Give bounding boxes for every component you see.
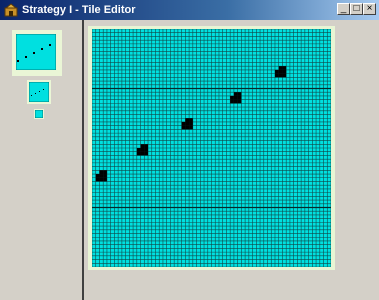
filled-pixel[interactable] [144, 151, 149, 156]
filled-pixel[interactable] [103, 177, 107, 182]
filled-pixel[interactable] [181, 125, 186, 130]
tile-pixel-grid[interactable] [92, 29, 331, 267]
window-title: Strategy I - Tile Editor [22, 4, 136, 16]
filled-pixel[interactable] [95, 177, 100, 182]
filled-pixel[interactable] [136, 151, 141, 156]
filled-pixel[interactable] [99, 177, 104, 182]
filled-pixel[interactable] [144, 148, 149, 152]
filled-pixel[interactable] [140, 144, 145, 148]
filled-pixel[interactable] [282, 66, 287, 70]
filled-pixel[interactable] [140, 148, 145, 152]
filled-pixel[interactable] [185, 118, 190, 122]
app-icon [4, 3, 18, 17]
preview-large-frame[interactable] [12, 30, 62, 76]
filled-pixel[interactable] [237, 92, 242, 96]
filled-pixel[interactable] [230, 99, 234, 104]
filled-pixel[interactable] [233, 95, 238, 100]
filled-pixel[interactable] [144, 144, 149, 148]
filled-pixel[interactable] [185, 125, 190, 130]
filled-pixel[interactable] [278, 73, 283, 78]
preview-small-frame[interactable] [34, 109, 44, 119]
filled-pixel[interactable] [185, 121, 190, 126]
filled-pixel[interactable] [274, 69, 279, 74]
preview-medium[interactable] [29, 82, 49, 102]
preview-large[interactable] [16, 34, 56, 70]
close-button[interactable]: × [363, 3, 376, 15]
filled-pixel[interactable] [189, 121, 193, 126]
filled-pixel[interactable] [233, 92, 238, 96]
tile-canvas-frame [88, 26, 335, 270]
filled-pixel[interactable] [278, 69, 283, 74]
filled-pixel[interactable] [103, 174, 107, 178]
filled-pixel[interactable] [99, 174, 104, 178]
filled-pixel[interactable] [230, 95, 234, 100]
filled-pixel[interactable] [140, 151, 145, 156]
preview-medium-frame[interactable] [27, 80, 51, 104]
preview-small[interactable] [35, 110, 43, 118]
filled-pixel[interactable] [282, 69, 287, 74]
title-bar[interactable]: Strategy I - Tile Editor _ □ × [0, 0, 379, 20]
filled-pixel[interactable] [103, 170, 107, 175]
filled-pixel[interactable] [181, 121, 186, 126]
filled-pixel[interactable] [95, 174, 100, 178]
filled-pixel[interactable] [189, 125, 193, 130]
filled-pixel[interactable] [233, 99, 238, 104]
filled-pixel[interactable] [274, 73, 279, 78]
filled-pixel[interactable] [278, 66, 283, 70]
tile-preview-panel [0, 20, 82, 300]
minimize-button[interactable]: _ [337, 3, 350, 15]
filled-pixel[interactable] [189, 118, 193, 122]
maximize-button[interactable]: □ [350, 3, 363, 15]
filled-pixel[interactable] [237, 95, 242, 100]
filled-pixel[interactable] [136, 148, 141, 152]
tile-editor-window: Strategy I - Tile Editor _ □ × [0, 0, 379, 300]
filled-pixel[interactable] [237, 99, 242, 104]
editor-area [84, 20, 379, 300]
filled-pixel[interactable] [282, 73, 287, 78]
filled-pixel[interactable] [99, 170, 104, 175]
